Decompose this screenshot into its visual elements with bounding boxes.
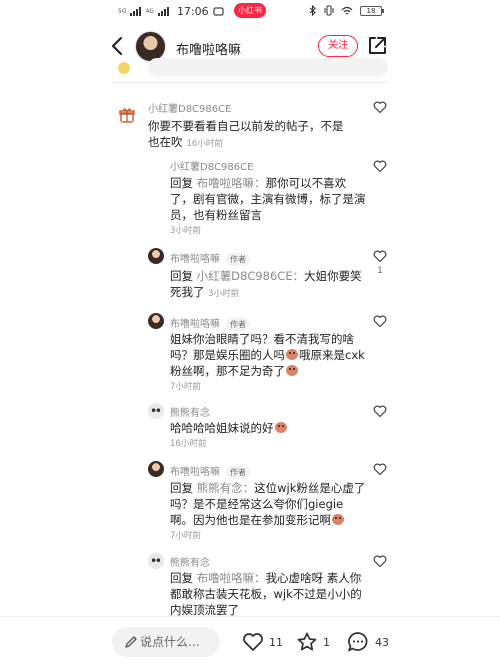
status-bar: 5G 4G 17:06 小红书 18: [0, 0, 500, 24]
comment-count: 43: [375, 635, 389, 649]
comment-author[interactable]: 熊熊有念: [170, 404, 210, 419]
wifi-icon: [341, 6, 353, 14]
comment-author[interactable]: 布噜啦咯嘛 作者: [170, 315, 250, 331]
heart-icon[interactable]: [373, 554, 387, 568]
collect-button[interactable]: 1: [296, 630, 330, 654]
comment-text[interactable]: 回复 小红薯D8C986CE：大姐你要笑死我了 3小时前: [170, 268, 366, 302]
status-right: 18: [309, 5, 384, 16]
like-count: 11: [269, 635, 283, 649]
share-icon[interactable]: [366, 35, 388, 57]
status-time: 17:06: [176, 5, 209, 18]
comment-author[interactable]: 布噜啦咯嘛 作者: [170, 463, 250, 479]
reply-prefix: 回复: [170, 269, 193, 283]
author-name: 布噜啦咯嘛: [170, 467, 220, 478]
comment-text[interactable]: 哈哈哈哈姐妹说的好 16小时前: [170, 420, 366, 452]
app-pill: 小红书: [234, 3, 266, 18]
emoji-icon: [286, 349, 298, 360]
heart-icon[interactable]: [373, 404, 387, 418]
comment-text[interactable]: 姐妹你治眼睛了吗？看不清我写的啥吗？那是娱乐圈的人吗 哦原来是cxk粉丝啊，那不足…: [170, 331, 366, 395]
comment-author[interactable]: 小红薯D8C986CE: [170, 158, 253, 173]
status-left: 5G 4G 17:06: [118, 5, 224, 18]
vibrate-icon: [324, 5, 334, 16]
comment-button[interactable]: 43: [346, 630, 389, 654]
comment-text[interactable]: 回复 布噜啦咯嘛：我心虚啥呀 素人你都敢称古装天花板，wjk不过是小小的内娱顶流…: [170, 570, 366, 618]
commenter-avatar[interactable]: [148, 553, 164, 569]
author-tag: 作者: [226, 317, 250, 331]
comment-bubble-icon: [348, 632, 368, 652]
commenter-avatar[interactable]: [148, 461, 164, 477]
commenter-avatar[interactable]: [148, 403, 164, 419]
reply-prefix: 回复: [170, 481, 193, 495]
divider: [112, 82, 388, 83]
author-name: 布噜啦咯嘛: [170, 319, 220, 330]
author-name[interactable]: 布噜啦咯嘛: [176, 39, 241, 58]
comment-text[interactable]: 回复 熊熊有念：这位wjk粉丝是心虚了吗？是不是经常这么夸你们giegie啊。因…: [170, 480, 366, 544]
screen: 5G 4G 17:06 小红书 18 布噜啦咯嘛 关注 小红薯D8C986CE: [0, 0, 500, 666]
comment-text[interactable]: 回复 布噜啦咯嘛：那你可以不喜欢了，剧有官微，主演有微博，标了是演员，也有粉丝留…: [170, 175, 366, 239]
commenter-avatar[interactable]: [148, 313, 164, 329]
comment-author[interactable]: 布噜啦咯嘛 作者: [170, 250, 250, 266]
comment-body: 你要不要看看自己以前发的帖子，不是也在吹: [148, 119, 344, 149]
like-button[interactable]: 11: [242, 630, 283, 654]
heart-icon: [243, 633, 263, 651]
comment-author[interactable]: 小红薯D8C986CE: [148, 100, 231, 115]
comment-time: 16小时前: [186, 139, 223, 149]
previous-comment-peek: [118, 58, 388, 80]
heart-icon[interactable]: [373, 462, 387, 476]
author-tag: 作者: [226, 465, 250, 479]
comment-text[interactable]: 你要不要看看自己以前发的帖子，不是也在吹 16小时前: [148, 118, 354, 152]
reply-prefix: 回复: [170, 571, 193, 585]
signal-label-5g: 5G: [118, 7, 127, 15]
reply-target: 布噜啦咯嘛：: [196, 176, 266, 190]
emoji-icon: [332, 514, 344, 525]
comment-body: 哈哈哈哈姐妹说的好: [170, 421, 274, 435]
follow-button[interactable]: 关注: [318, 35, 358, 57]
message-icon: [213, 7, 224, 16]
heart-icon[interactable]: [373, 249, 387, 263]
commenter-avatar[interactable]: [148, 248, 164, 264]
comment-time: 3小时前: [170, 226, 201, 236]
heart-icon[interactable]: [373, 100, 387, 114]
signal-label-4g: 4G: [145, 7, 154, 15]
battery-indicator: 18: [360, 5, 384, 16]
collect-count: 1: [323, 635, 330, 649]
signal-bars-icon: [157, 7, 169, 16]
gift-avatar-icon[interactable]: [118, 106, 136, 124]
reply-target: 熊熊有念：: [196, 481, 255, 495]
emoji-icon: [118, 62, 130, 74]
star-icon: [297, 632, 317, 651]
comment-time: 3小时前: [208, 289, 240, 299]
author-name: 布噜啦咯嘛: [170, 254, 220, 265]
author-tag: 作者: [226, 252, 250, 266]
bluetooth-icon: [309, 5, 316, 16]
bottom-action-bar: 说点什么... 11 1 43: [0, 616, 500, 666]
comment-time: 16小时前: [170, 439, 207, 449]
emoji-icon: [286, 365, 298, 376]
comment-time: 7小时前: [170, 382, 201, 392]
heart-icon[interactable]: [373, 314, 387, 328]
emoji-icon: [274, 422, 287, 433]
like-count: 1: [377, 266, 383, 276]
signal-bars-icon: [130, 7, 142, 16]
heart-icon[interactable]: [373, 159, 387, 173]
quoted-reply-box: [148, 58, 388, 76]
reply-target: 布噜啦咯嘛：: [196, 571, 266, 585]
reply-target: 小红薯D8C986CE：: [196, 269, 305, 283]
comment-time: 7小时前: [170, 531, 201, 541]
pencil-icon: [125, 636, 137, 648]
back-arrow-icon[interactable]: [110, 36, 126, 56]
comment-author[interactable]: 熊熊有念: [170, 554, 210, 569]
reply-prefix: 回复: [170, 176, 193, 190]
